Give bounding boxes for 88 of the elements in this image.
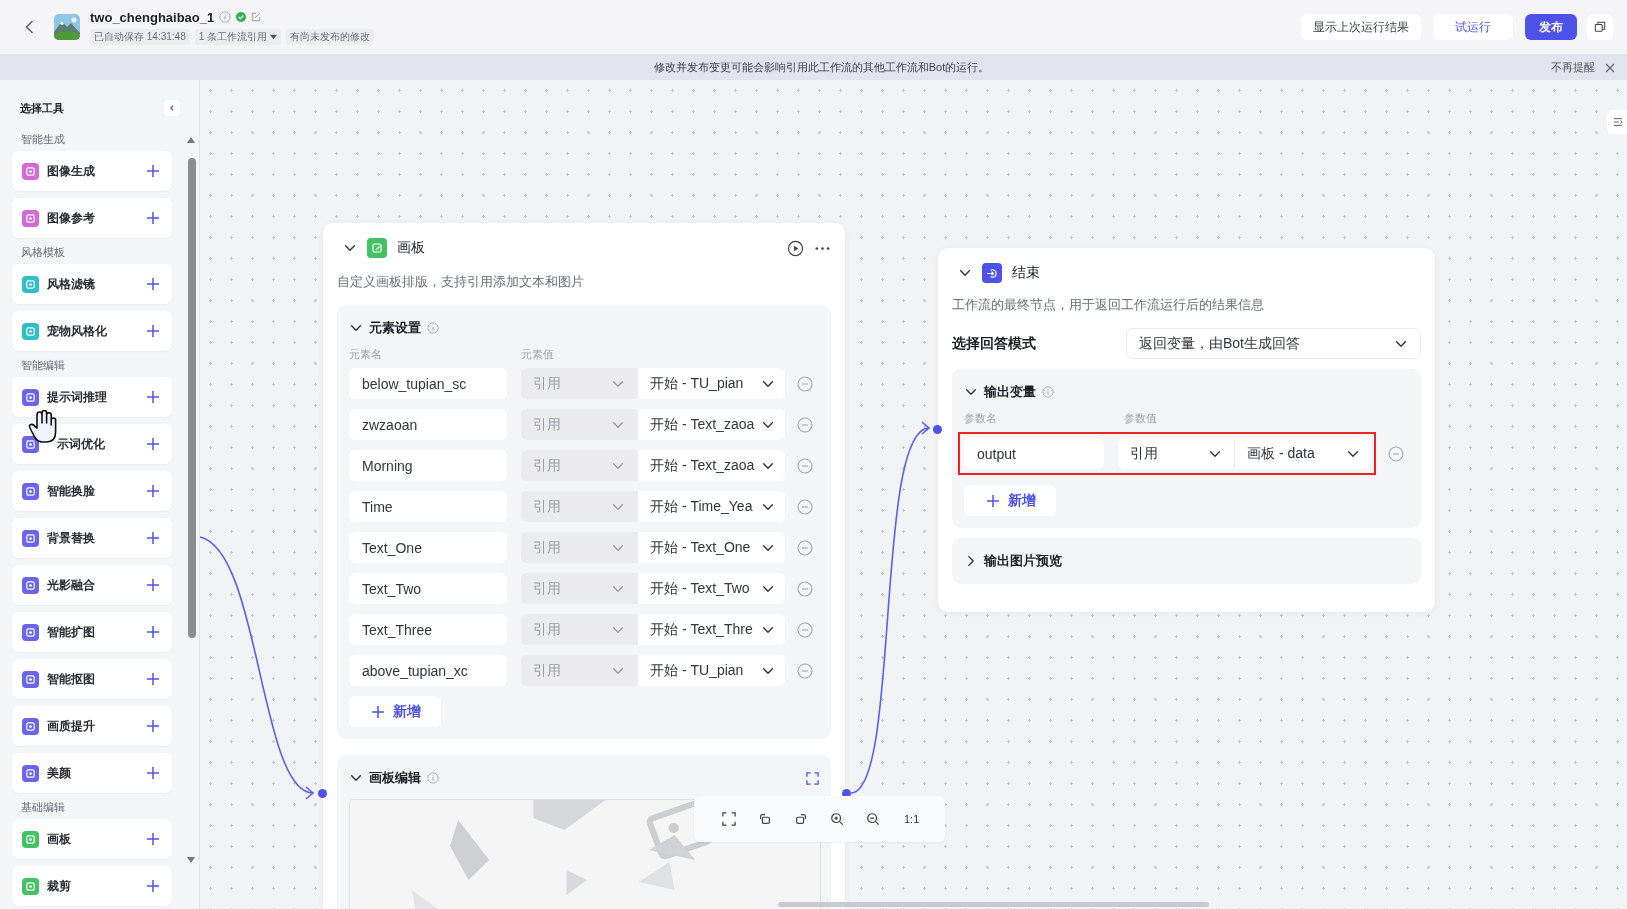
source-dropdown[interactable]: 引用 [1118, 438, 1234, 469]
tool-item[interactable]: 宠物风格化 [12, 311, 172, 351]
column-header: 参数名 [964, 411, 998, 426]
plus-icon [146, 484, 160, 498]
copy-icon[interactable] [1594, 21, 1606, 33]
node-description: 自定义画板排版，支持引用添加文本和图片 [337, 273, 585, 291]
exit-icon [982, 263, 1002, 283]
tool-item[interactable]: 智能换脸 [12, 471, 172, 511]
plus-icon [146, 164, 160, 178]
plus-icon [146, 879, 160, 893]
plus-icon [146, 832, 160, 846]
plus-icon [146, 437, 160, 451]
tool-item[interactable]: 裁剪 [12, 866, 172, 906]
scrollbar[interactable] [186, 135, 196, 865]
plus-icon [146, 211, 160, 225]
connection-port[interactable] [318, 789, 327, 798]
section-title: 输出变量 [984, 383, 1036, 401]
copy-button[interactable] [1587, 14, 1613, 40]
workflow-title: two_chenghaibao_1 [90, 9, 215, 25]
plus-icon [146, 277, 160, 291]
group-label: 智能编辑 [21, 358, 66, 373]
section-title: 画板编辑 [369, 769, 421, 787]
plus-icon [146, 766, 160, 780]
tool-item[interactable]: 图像参考 [12, 198, 172, 238]
zoom-reset-button[interactable]: 1:1 [900, 813, 920, 825]
horizontal-scrollbar[interactable] [778, 902, 1209, 907]
tool-item[interactable]: 美颜 [12, 753, 172, 793]
add-button[interactable]: 新增 [349, 696, 441, 727]
tool-item[interactable]: 风格滤镜 [12, 264, 172, 304]
board-icon [367, 238, 387, 258]
plus-icon [146, 324, 160, 338]
fit-view-icon[interactable] [720, 810, 738, 828]
tool-item[interactable]: 画板 [12, 819, 172, 859]
header-button[interactable]: 试运行 [1433, 14, 1513, 40]
connection-port[interactable] [933, 425, 942, 434]
panel-toggle-button[interactable] [1607, 110, 1627, 134]
column-header: 元素值 [521, 347, 555, 362]
section-title: 输出图片预览 [984, 552, 1062, 570]
fullscreen-icon[interactable] [806, 771, 819, 785]
column-header: 元素名 [349, 347, 383, 362]
add-button[interactable]: 新增 [964, 485, 1056, 516]
mode-dropdown[interactable]: 返回变量，由Bot生成回答 [1126, 328, 1421, 359]
group-label: 智能生成 [21, 132, 66, 147]
list-icon[interactable] [1613, 117, 1623, 127]
tool-item[interactable]: 智能扩图 [12, 612, 172, 652]
run-icon[interactable] [787, 239, 804, 257]
tool-item[interactable]: 智能抠图 [12, 659, 172, 699]
edit-icon[interactable] [251, 12, 262, 22]
tool-item[interactable]: 画质提升 [12, 706, 172, 746]
section-title: 元素设置 [369, 319, 421, 337]
node-title: 结束 [1012, 264, 1041, 282]
plus-icon [146, 531, 160, 545]
plus-icon [146, 625, 160, 639]
autosave-tag: 已自动保存 14:31:48 [90, 28, 190, 45]
plus-icon [146, 578, 160, 592]
sidebar-title: 选择工具 [20, 100, 64, 116]
column-header: 参数值 [1124, 411, 1158, 426]
canvas-node[interactable] [323, 223, 845, 909]
plus-icon [146, 672, 160, 686]
tool-item[interactable]: 图像生成 [12, 151, 172, 191]
field-label: 选择回答模式 [952, 334, 1036, 353]
header-button[interactable]: 显示上次运行结果 [1301, 14, 1421, 40]
name-field[interactable]: output [964, 438, 1104, 469]
tool-item[interactable]: 提示词推理 [12, 377, 172, 417]
plus-icon [146, 390, 160, 404]
zoom-out-icon[interactable] [864, 810, 882, 828]
chevron-icon[interactable] [168, 104, 176, 112]
group-label: 基础编辑 [21, 800, 66, 815]
warning-message: 修改并发布变更可能会影响引用此工作流的其他工作流和Bot的运行。 [652, 60, 991, 75]
tool-item[interactable]: 光影融合 [12, 565, 172, 605]
plus-icon [986, 493, 1000, 508]
plus-icon [371, 704, 385, 719]
dismiss-link[interactable]: 不再提醒 [1551, 60, 1595, 75]
header-button[interactable]: 发布 [1525, 14, 1577, 40]
group-label: 风格模板 [21, 245, 66, 260]
status-check-icon [236, 12, 247, 22]
close-icon[interactable] [1605, 62, 1615, 73]
unpublished-tag: 有尚未发布的修改 [286, 28, 375, 45]
scrollbar-thumb[interactable] [188, 158, 196, 638]
zoom-in-icon[interactable] [828, 810, 846, 828]
value-dropdown[interactable]: 画板 - data [1234, 438, 1370, 469]
end-node[interactable]: 结束 工作流的最终节点，用于返回工作流运行后的结果信息 选择回答模式 返回变量，由Bot生成回答 输出变量 参数名 参数值 output 引用 画板 - data 新增 输出图片预览 [938, 248, 1435, 612]
node-description: 工作流的最终节点，用于返回工作流运行后的结果信息 [952, 296, 1265, 314]
tool-item[interactable]: 背景替换 [12, 518, 172, 558]
references-dropdown[interactable]: 1 条工作流引用 [194, 28, 282, 45]
plus-icon [146, 719, 160, 733]
caret-icon[interactable] [270, 33, 278, 40]
node-title: 画板 [397, 239, 426, 257]
